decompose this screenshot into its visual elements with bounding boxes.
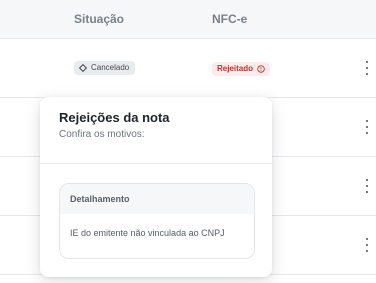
detail-text: IE do emitente não vinculada ao CNPJ — [70, 228, 225, 238]
alert-circle-icon — [257, 65, 265, 73]
kebab-menu-icon[interactable] — [364, 179, 370, 193]
rejections-popover: Rejeições da nota Confira os motivos: De… — [40, 97, 272, 277]
status-badge-label: Cancelado — [91, 63, 130, 72]
table-row[interactable]: Cancelado Rejeitado — [0, 39, 376, 98]
divider — [40, 163, 272, 164]
nfce-badge-label: Rejeitado — [217, 64, 254, 73]
table-header: Situação NFC-e — [0, 0, 376, 39]
kebab-menu-icon[interactable] — [364, 61, 370, 75]
kebab-menu-icon[interactable] — [364, 238, 370, 252]
column-header-situacao[interactable]: Situação — [74, 12, 124, 26]
status-badge-cancelado: Cancelado — [74, 61, 136, 75]
column-header-nfce[interactable]: NFC-e — [212, 12, 247, 26]
popover-title: Rejeições da nota — [59, 110, 170, 125]
detail-card: Detalhamento IE do emitente não vinculad… — [59, 183, 255, 259]
popover-subtitle: Confira os motivos: — [59, 129, 145, 140]
diamond-outline-icon — [79, 64, 87, 72]
page: Situação NFC-e Cancelado Rejeitado Rejei… — [0, 0, 376, 283]
kebab-menu-icon[interactable] — [364, 120, 370, 134]
nfce-badge-rejeitado[interactable]: Rejeitado — [212, 62, 271, 76]
detail-header: Detalhamento — [60, 184, 254, 214]
